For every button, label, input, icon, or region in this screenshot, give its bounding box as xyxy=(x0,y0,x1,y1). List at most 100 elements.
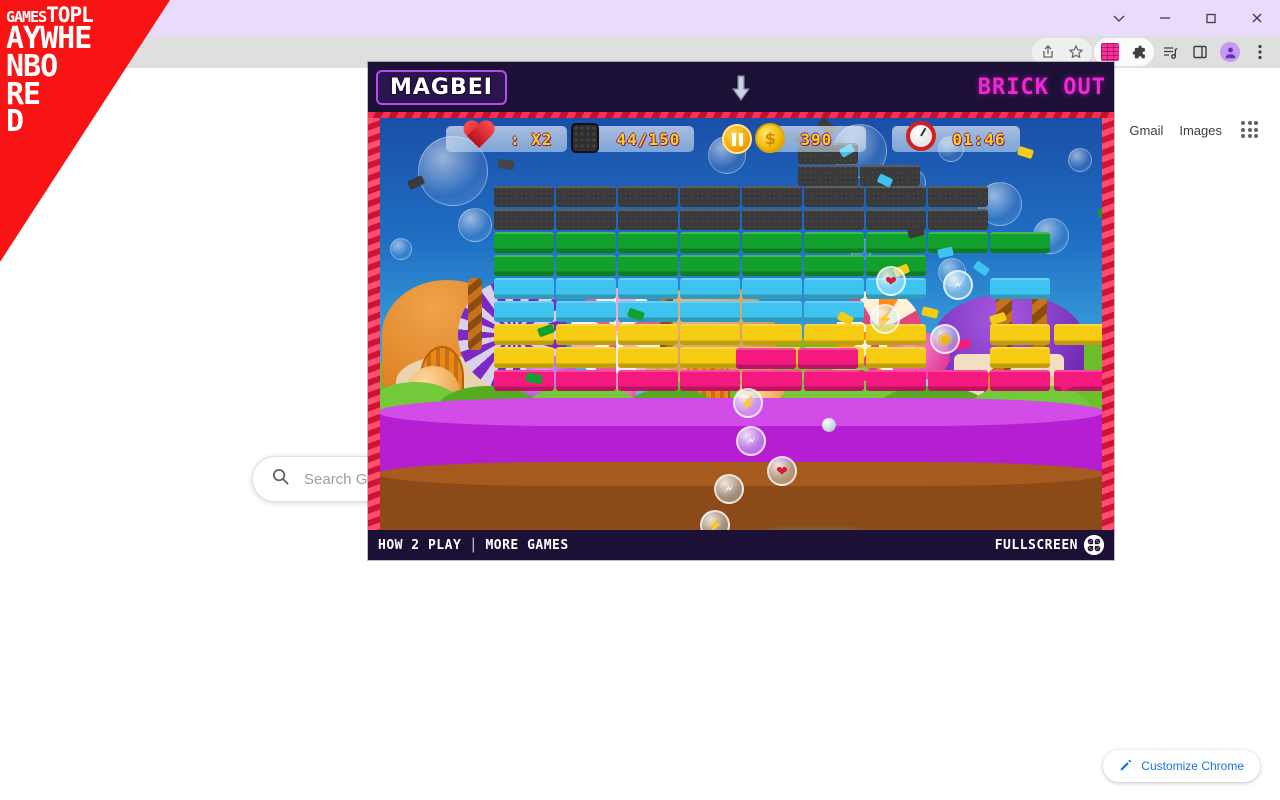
brick[interactable] xyxy=(494,301,554,322)
brick[interactable] xyxy=(804,232,864,253)
brick[interactable] xyxy=(494,347,554,368)
brick[interactable] xyxy=(494,278,554,299)
brick[interactable] xyxy=(804,186,864,207)
google-apps-icon[interactable] xyxy=(1238,118,1262,142)
brick[interactable] xyxy=(494,209,554,230)
brick[interactable] xyxy=(680,347,740,368)
brick[interactable] xyxy=(928,370,988,391)
brick[interactable] xyxy=(742,278,802,299)
game-playfield[interactable]: MAGBEI xyxy=(368,118,1114,530)
brick[interactable] xyxy=(742,255,802,276)
brick[interactable] xyxy=(618,209,678,230)
customize-chrome-label: Customize Chrome xyxy=(1141,759,1244,773)
brick[interactable] xyxy=(556,370,616,391)
coin-powerup[interactable]: ◉ xyxy=(930,324,960,354)
brick[interactable] xyxy=(618,186,678,207)
brick[interactable] xyxy=(990,278,1050,299)
brick[interactable] xyxy=(798,165,858,186)
profile-avatar-icon[interactable] xyxy=(1216,38,1244,66)
brick[interactable] xyxy=(680,370,740,391)
how-to-play-link[interactable]: HOW 2 PLAY xyxy=(378,538,461,553)
brick[interactable] xyxy=(742,209,802,230)
fullscreen-control[interactable]: FULLSCREEN xyxy=(995,535,1104,555)
brick[interactable] xyxy=(928,186,988,207)
brick[interactable] xyxy=(990,370,1050,391)
tab-search-icon[interactable] xyxy=(1096,0,1142,36)
chrome-menu-icon[interactable] xyxy=(1246,38,1274,66)
gmail-link[interactable]: Gmail xyxy=(1129,123,1163,138)
heart-powerup[interactable]: ❤ xyxy=(767,456,797,486)
fullscreen-icon[interactable] xyxy=(1084,535,1104,555)
timer-value: 01:46 xyxy=(952,129,1006,149)
brick[interactable] xyxy=(618,232,678,253)
fullscreen-label[interactable]: FULLSCREEN xyxy=(995,538,1078,553)
close-icon[interactable] xyxy=(1234,0,1280,36)
brick[interactable] xyxy=(556,255,616,276)
brick[interactable] xyxy=(742,232,802,253)
brick[interactable] xyxy=(680,186,740,207)
brick[interactable] xyxy=(804,370,864,391)
brick[interactable] xyxy=(798,348,858,369)
brick[interactable] xyxy=(990,347,1050,368)
brick[interactable] xyxy=(618,278,678,299)
brick[interactable] xyxy=(556,278,616,299)
brick[interactable] xyxy=(680,255,740,276)
brick[interactable] xyxy=(928,209,988,230)
brick[interactable] xyxy=(556,347,616,368)
download-arrow-icon[interactable] xyxy=(728,74,754,109)
brick[interactable] xyxy=(990,232,1050,253)
brick[interactable] xyxy=(556,324,616,345)
brick[interactable] xyxy=(804,278,864,299)
minimize-icon[interactable] xyxy=(1142,0,1188,36)
brick[interactable] xyxy=(618,324,678,345)
lightning-powerup[interactable]: ⚡ xyxy=(870,304,900,334)
brick[interactable] xyxy=(804,255,864,276)
brick[interactable] xyxy=(866,186,926,207)
brick[interactable] xyxy=(804,324,864,345)
magbei-logo[interactable]: MAGBEI xyxy=(376,69,507,105)
more-games-link[interactable]: MORE GAMES xyxy=(485,538,568,553)
brick[interactable] xyxy=(742,324,802,345)
brick[interactable] xyxy=(618,301,678,322)
brick[interactable] xyxy=(494,186,554,207)
brick[interactable] xyxy=(680,278,740,299)
brick[interactable] xyxy=(556,232,616,253)
brick[interactable] xyxy=(680,301,740,322)
reading-list-icon[interactable] xyxy=(1156,38,1184,66)
brick[interactable] xyxy=(680,209,740,230)
rocket-powerup[interactable]: 🗲 xyxy=(943,270,973,300)
heart-powerup[interactable]: ❤ xyxy=(876,266,906,296)
brick[interactable] xyxy=(742,186,802,207)
brick[interactable] xyxy=(556,186,616,207)
brick[interactable] xyxy=(804,301,864,322)
brick[interactable] xyxy=(618,255,678,276)
brick[interactable] xyxy=(1054,324,1104,345)
rocket-powerup[interactable]: 🗲 xyxy=(736,426,766,456)
brick[interactable] xyxy=(742,301,802,322)
brick[interactable] xyxy=(680,324,740,345)
brick[interactable] xyxy=(866,347,926,368)
brick[interactable] xyxy=(736,348,796,369)
brick[interactable] xyxy=(804,209,864,230)
brick[interactable] xyxy=(494,232,554,253)
brick[interactable] xyxy=(494,255,554,276)
brick[interactable] xyxy=(866,370,926,391)
brick[interactable] xyxy=(618,370,678,391)
pause-button[interactable] xyxy=(722,124,753,154)
brick[interactable] xyxy=(556,209,616,230)
extensions-puzzle-icon[interactable] xyxy=(1124,38,1152,66)
brick[interactable] xyxy=(618,347,678,368)
side-panel-icon[interactable] xyxy=(1186,38,1214,66)
brick[interactable] xyxy=(990,324,1050,345)
brick[interactable] xyxy=(680,232,740,253)
game-footer: HOW 2 PLAY | MORE GAMES FULLSCREEN xyxy=(368,530,1114,560)
lightning-powerup[interactable]: ⚡ xyxy=(733,388,763,418)
brick[interactable] xyxy=(556,301,616,322)
images-link[interactable]: Images xyxy=(1179,123,1222,138)
maximize-icon[interactable] xyxy=(1188,0,1234,36)
heart-glyph: ❤ xyxy=(776,462,788,479)
brick-out-game-panel[interactable]: MAGBEI BRICK OUT ⚡ ◉ ❤ 🗲 ⚡ 🗲 ❤ ⚡ 🗲: X2 … xyxy=(368,62,1114,560)
brick[interactable] xyxy=(494,370,554,391)
rocket-powerup[interactable]: 🗲 xyxy=(714,474,744,504)
customize-chrome-button[interactable]: Customize Chrome xyxy=(1103,750,1260,782)
